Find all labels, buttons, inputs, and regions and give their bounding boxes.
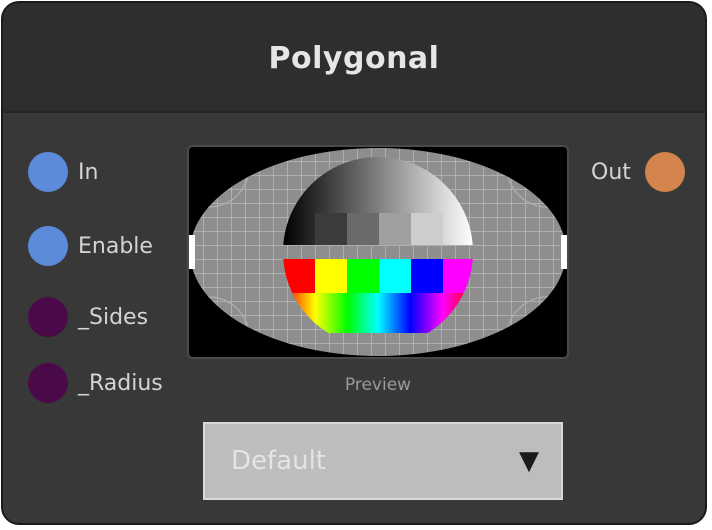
input-port-enable[interactable]: Enable <box>28 226 153 266</box>
input-port-radius[interactable]: _Radius <box>28 363 163 403</box>
port-connector-icon[interactable] <box>28 297 68 337</box>
preview-label: Preview <box>344 375 412 395</box>
port-label: In <box>78 159 99 185</box>
output-port-out[interactable]: Out <box>591 152 685 192</box>
port-connector-icon[interactable] <box>28 152 68 192</box>
port-label: _Radius <box>78 370 163 396</box>
port-label: Enable <box>78 233 153 259</box>
port-connector-icon[interactable] <box>28 363 68 403</box>
dropdown-selected-value: Default <box>231 446 326 476</box>
node-title: Polygonal <box>268 41 440 76</box>
port-connector-icon[interactable] <box>644 152 685 192</box>
test-pattern-image <box>189 147 567 357</box>
input-port-sides[interactable]: _Sides <box>28 297 148 337</box>
mode-dropdown[interactable]: Default ▼ <box>203 422 563 500</box>
node-panel: Polygonal In Enable _Sides _Radius Out P… <box>1 1 707 525</box>
port-connector-icon[interactable] <box>28 226 68 266</box>
port-label: Out <box>591 159 631 185</box>
input-port-in[interactable]: In <box>28 152 98 192</box>
preview-image <box>187 145 569 359</box>
dropdown-arrow-icon: ▼ <box>519 446 539 476</box>
node-header[interactable]: Polygonal <box>3 3 705 113</box>
port-label: _Sides <box>78 304 149 330</box>
